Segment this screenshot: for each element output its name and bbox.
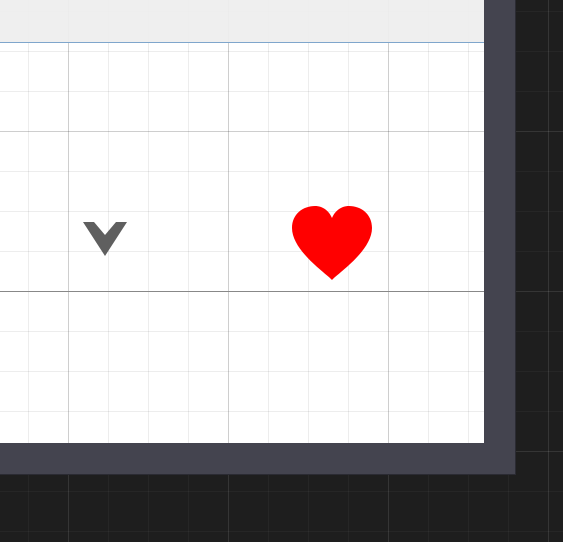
chevron-down-icon[interactable] bbox=[82, 219, 128, 257]
artboard-header-bar bbox=[0, 0, 484, 43]
artboard[interactable] bbox=[0, 0, 484, 443]
editor-canvas[interactable] bbox=[0, 0, 563, 542]
heart-shape bbox=[292, 206, 372, 280]
row-divider bbox=[0, 291, 484, 292]
chevron-down-shape bbox=[83, 222, 127, 256]
artboard-frame bbox=[0, 0, 515, 474]
heart-icon[interactable] bbox=[291, 206, 373, 281]
